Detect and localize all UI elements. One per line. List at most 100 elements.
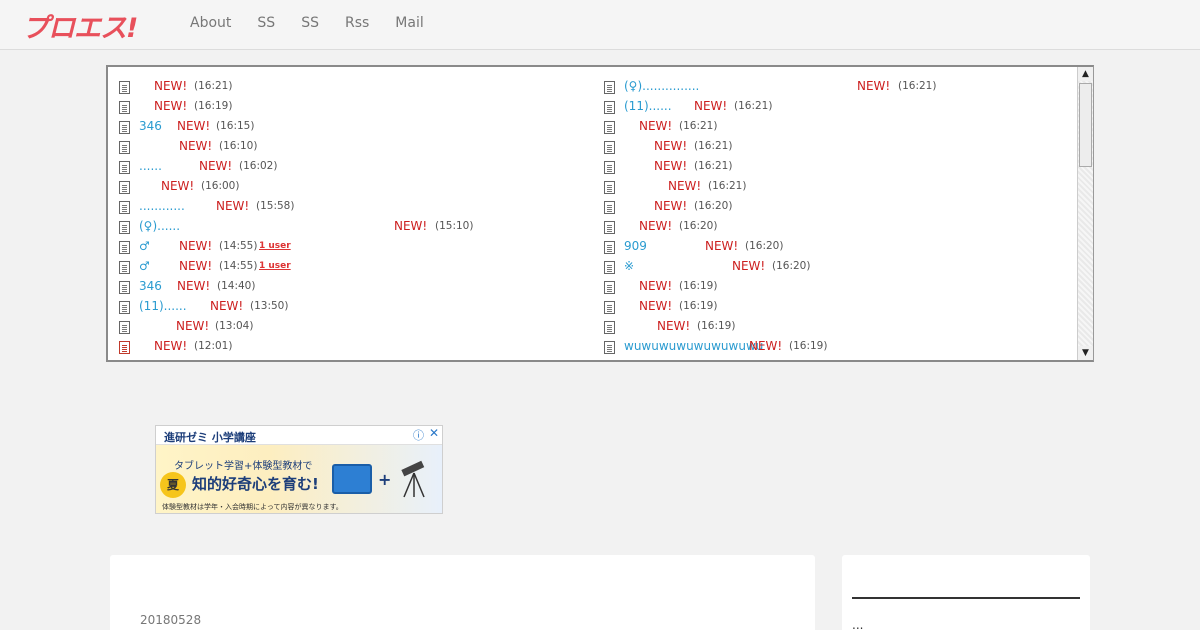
feed-item-time: (14:55) — [219, 260, 258, 272]
feed-item[interactable]: (♀)...... NEW! (15:10) — [119, 217, 579, 237]
feed-item[interactable]: NEW! (16:20) — [604, 217, 1064, 237]
document-icon — [119, 221, 130, 234]
feed-item[interactable]: NEW! (16:21) — [604, 157, 1064, 177]
feed-item-title[interactable]: ............ — [139, 199, 185, 213]
feed-item-title[interactable]: ※ — [624, 259, 634, 273]
scroll-down-icon[interactable]: ▼ — [1078, 346, 1093, 360]
feed-item-time: (12:01) — [194, 340, 233, 352]
new-badge: NEW! — [154, 79, 188, 93]
nav-mail[interactable]: Mail — [395, 15, 423, 31]
document-icon — [604, 201, 615, 214]
new-badge: NEW! — [216, 199, 250, 213]
feed-item[interactable]: NEW! (16:21) — [119, 77, 579, 97]
document-icon — [604, 81, 615, 94]
document-icon — [119, 181, 130, 194]
feed-item-time: (16:21) — [694, 140, 733, 152]
ad-header: 進研ゼミ 小学講座 ⓘ ✕ — [156, 426, 442, 445]
feed-item[interactable]: NEW! (16:00) — [119, 177, 579, 197]
document-icon — [119, 161, 130, 174]
new-badge: NEW! — [654, 139, 688, 153]
feed-item-time: (16:10) — [219, 140, 258, 152]
feed-item[interactable]: 909 NEW! (16:20) — [604, 237, 1064, 257]
ad-info-icon[interactable]: ⓘ — [413, 427, 424, 443]
new-badge: NEW! — [639, 219, 673, 233]
feed-item-time: (14:40) — [217, 280, 256, 292]
feed-item-time: (16:21) — [694, 160, 733, 172]
feed-item[interactable]: (11)...... NEW! (13:50) — [119, 297, 579, 317]
feed-item[interactable]: ...... NEW! (16:02) — [119, 157, 579, 177]
feed-item[interactable]: NEW! (16:21) — [604, 137, 1064, 157]
feed-item[interactable]: (11)...... NEW! (16:21) — [604, 97, 1064, 117]
feed-item[interactable]: NEW! (16:20) — [604, 197, 1064, 217]
scroll-thumb[interactable] — [1079, 83, 1092, 167]
feed-item-title[interactable]: ♂ — [139, 259, 150, 273]
feed-item-title[interactable]: ...... — [139, 159, 162, 173]
new-badge: NEW! — [639, 299, 673, 313]
feed-item[interactable]: ............ NEW! (15:58) — [119, 197, 579, 217]
new-badge: NEW! — [694, 99, 728, 113]
feed-item-time: (16:19) — [679, 280, 718, 292]
feed-item-time: (16:15) — [216, 120, 255, 132]
site-logo[interactable]: プロエス! — [22, 6, 138, 45]
feed-item[interactable]: wuwuwuwuwuwuwuwu NEW! (16:19) — [604, 337, 1064, 357]
document-icon — [604, 181, 615, 194]
feed-item[interactable]: NEW! (16:21) — [604, 177, 1064, 197]
ad-headline: 知的好奇心を育む! — [192, 475, 319, 493]
ad-creative[interactable]: タブレット学習+体験型教材で 夏 知的好奇心を育む! + 体験型教材は学年・入会… — [156, 445, 442, 513]
ad-close-icon[interactable]: ✕ — [429, 426, 439, 440]
new-badge: NEW! — [639, 119, 673, 133]
feed-scrollbar[interactable]: ▲ ▼ — [1077, 67, 1093, 360]
feed-item-title[interactable]: wuwuwuwuwuwuwuwu — [624, 339, 763, 353]
feed-item-title[interactable]: 346 — [139, 119, 162, 133]
feed-column-right: (♀)............... NEW! (16:21) (11)...... N… — [604, 77, 1064, 357]
feed-item[interactable]: ♂ NEW! (14:55) 1 user — [119, 257, 579, 277]
feed-item[interactable]: NEW! (16:19) — [604, 297, 1064, 317]
document-icon — [119, 101, 130, 114]
user-count-badge[interactable]: 1 user — [259, 241, 291, 251]
feed-item-time: (16:20) — [745, 240, 784, 252]
feed-item-time: (16:19) — [697, 320, 736, 332]
feed-item[interactable]: NEW! (13:04) — [119, 317, 579, 337]
feed-item-title[interactable]: (♀)............... — [624, 79, 699, 93]
feed-item[interactable]: ※ NEW! (16:20) — [604, 257, 1064, 277]
new-badge: NEW! — [732, 259, 766, 273]
feed-item[interactable]: ♂ NEW! (14:55) 1 user — [119, 237, 579, 257]
feed-item[interactable]: NEW! (16:19) — [119, 97, 579, 117]
document-icon — [119, 201, 130, 214]
feed-item[interactable]: NEW! (16:19) — [604, 317, 1064, 337]
user-count-badge[interactable]: 1 user — [259, 261, 291, 271]
feed-item-time: (15:58) — [256, 200, 295, 212]
feed-item[interactable]: NEW! (16:10) — [119, 137, 579, 157]
new-badge: NEW! — [749, 339, 783, 353]
feed-item[interactable]: 346 NEW! (14:40) — [119, 277, 579, 297]
feed-item-title[interactable]: (11)...... — [624, 99, 672, 113]
feed-item-title[interactable]: 346 — [139, 279, 162, 293]
feed-item-time: (16:20) — [694, 200, 733, 212]
feed-item-title[interactable]: 909 — [624, 239, 647, 253]
feed-item[interactable]: NEW! (16:19) — [604, 277, 1064, 297]
feed-item[interactable]: 346 NEW! (16:15) — [119, 117, 579, 137]
feed-item-time: (16:19) — [789, 340, 828, 352]
feed-item[interactable]: NEW! (16:21) — [604, 117, 1064, 137]
document-icon — [119, 141, 130, 154]
feed-item-title[interactable]: (♀)...... — [139, 219, 180, 233]
feed-item-title[interactable]: ♂ — [139, 239, 150, 253]
nav-ss-1[interactable]: SS — [257, 15, 275, 31]
new-badge: NEW! — [639, 279, 673, 293]
ad-title[interactable]: 進研ゼミ 小学講座 — [164, 429, 256, 445]
document-icon — [604, 301, 615, 314]
document-icon — [604, 241, 615, 254]
feed-item-time: (16:21) — [734, 100, 773, 112]
new-badge: NEW! — [657, 319, 691, 333]
new-badge: NEW! — [394, 219, 428, 233]
article-date: 20180528 — [140, 613, 202, 627]
feed-item[interactable]: NEW! (12:01) — [119, 337, 579, 357]
nav-rss[interactable]: Rss — [345, 15, 369, 31]
scroll-up-icon[interactable]: ▲ — [1078, 67, 1093, 81]
feed-item-time: (16:21) — [708, 180, 747, 192]
nav-ss-2[interactable]: SS — [301, 15, 319, 31]
feed-item[interactable]: (♀)............... NEW! (16:21) — [604, 77, 1064, 97]
ad-banner[interactable]: 進研ゼミ 小学講座 ⓘ ✕ タブレット学習+体験型教材で 夏 知的好奇心を育む!… — [155, 425, 443, 514]
feed-item-title[interactable]: (11)...... — [139, 299, 187, 313]
nav-about[interactable]: About — [190, 15, 231, 31]
